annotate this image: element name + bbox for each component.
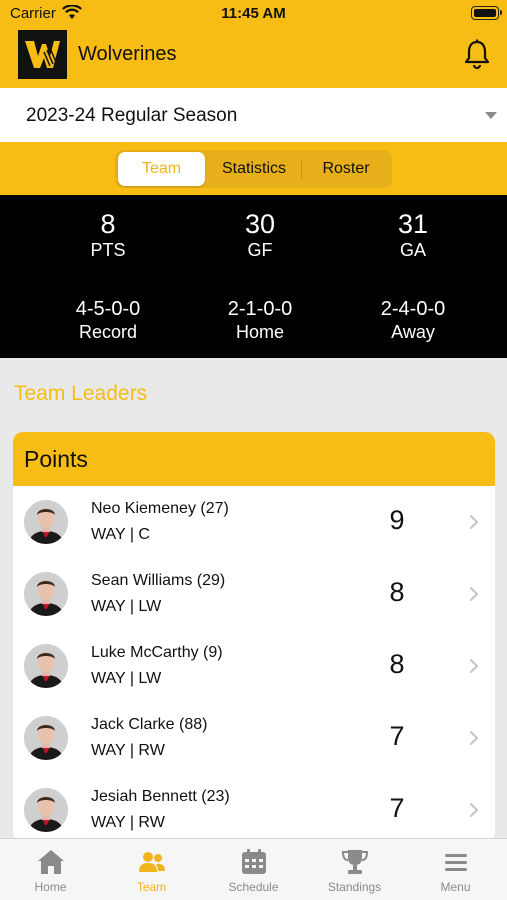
stat-ga: 31 GA	[333, 209, 493, 261]
team-icon	[139, 852, 165, 872]
card-title: Points	[24, 446, 88, 472]
tab-schedule[interactable]: Schedule	[203, 839, 304, 900]
chevron-right-icon	[470, 587, 478, 601]
segmented-control: Team Statistics Roster	[115, 150, 392, 188]
trophy-icon	[341, 850, 369, 874]
tab-bar: Home Team Schedule Standings Menu	[0, 838, 507, 900]
player-avatar	[24, 644, 68, 688]
player-avatar	[24, 716, 68, 760]
tab-label: Home	[34, 880, 67, 894]
stat-gf: 30 GF	[180, 209, 340, 261]
player-name: Jack Clarke (88)	[91, 716, 208, 733]
stat-value: 4-5-0-0	[75, 298, 141, 320]
chevron-right-icon	[470, 515, 478, 529]
player-name: Sean Williams (29)	[91, 572, 226, 589]
segment-team[interactable]: Team	[118, 152, 205, 186]
points-leaders-card: Points Neo Kiemeney (27) WAY | C 9 Sean Wil…	[13, 432, 495, 842]
stat-value: 2-4-0-0	[380, 298, 446, 320]
player-points: 7	[389, 721, 405, 751]
player-name: Luke McCarthy (9)	[91, 644, 223, 661]
status-bar: Carrier 11:45 AM	[0, 0, 507, 26]
stat-label: Record	[78, 322, 138, 342]
stat-pts: 8 PTS	[28, 209, 188, 261]
season-selector[interactable]: 2023-24 Regular Season	[0, 88, 507, 142]
player-row[interactable]: Jesiah Bennett (23) WAY | RW 7	[13, 774, 495, 842]
player-team-position: WAY | LW	[91, 598, 162, 615]
player-avatar	[24, 500, 68, 544]
home-icon	[38, 850, 64, 874]
player-points: 9	[389, 505, 405, 535]
tab-label: Standings	[327, 880, 382, 894]
menu-icon	[445, 854, 467, 871]
tab-label: Schedule	[228, 880, 279, 894]
stat-value: 8	[100, 209, 116, 239]
chevron-right-icon	[470, 803, 478, 817]
stat-label: Home	[235, 322, 284, 342]
segment-statistics[interactable]: Statistics	[208, 150, 300, 188]
stat-label: Away	[391, 322, 435, 342]
season-label: 2023-24 Regular Season	[26, 105, 238, 126]
player-row[interactable]: Luke McCarthy (9) WAY | LW 8	[13, 630, 495, 702]
player-row[interactable]: Jack Clarke (88) WAY | RW 7	[13, 702, 495, 774]
player-name: Jesiah Bennett (23)	[91, 788, 230, 805]
tab-home[interactable]: Home	[0, 839, 101, 900]
stat-away: 2-4-0-0 Away	[333, 297, 493, 343]
dropdown-caret-icon	[485, 112, 497, 119]
stat-label: GA	[399, 240, 426, 260]
stat-value: 2-1-0-0	[227, 298, 293, 320]
player-avatar	[24, 788, 68, 832]
tab-label: Menu	[440, 880, 471, 894]
stat-home: 2-1-0-0 Home	[180, 297, 340, 343]
card-header: Points	[13, 432, 495, 486]
battery-icon	[471, 6, 502, 20]
stat-value: 31	[397, 209, 429, 239]
section-title: Team Leaders	[14, 382, 148, 405]
player-avatar	[24, 572, 68, 616]
clock: 11:45 AM	[221, 5, 286, 22]
stat-record: 4-5-0-0 Record	[28, 297, 188, 343]
player-team-position: WAY | RW	[91, 814, 165, 831]
team-name: Wolverines	[78, 43, 177, 65]
wolverines-logo	[18, 30, 67, 79]
player-points: 8	[389, 649, 405, 679]
player-team-position: WAY | C	[91, 526, 150, 543]
player-points: 8	[389, 577, 405, 607]
calendar-icon	[242, 849, 266, 874]
app-header: Wolverines	[0, 26, 507, 88]
stat-label: GF	[247, 240, 273, 260]
player-points: 7	[389, 793, 405, 823]
tab-team[interactable]: Team	[101, 839, 202, 900]
tab-standings[interactable]: Standings	[304, 839, 405, 900]
segment-roster[interactable]: Roster	[302, 150, 390, 188]
player-team-position: WAY | LW	[91, 670, 162, 687]
stat-label: PTS	[90, 240, 126, 260]
stat-value: 30	[244, 209, 276, 239]
chevron-right-icon	[470, 659, 478, 673]
chevron-right-icon	[470, 731, 478, 745]
player-row[interactable]: Neo Kiemeney (27) WAY | C 9	[13, 486, 495, 558]
tab-menu[interactable]: Menu	[405, 839, 506, 900]
segment-bar: Team Statistics Roster	[0, 142, 507, 195]
team-stats-panel: 8 PTS 30 GF 31 GA 4-5-0-0 Record 2-1-0-0…	[0, 195, 507, 358]
player-team-position: WAY | RW	[91, 742, 165, 759]
player-name: Neo Kiemeney (27)	[91, 500, 229, 517]
player-row[interactable]: Sean Williams (29) WAY | LW 8	[13, 558, 495, 630]
tab-label: Team	[136, 880, 167, 894]
bell-icon[interactable]	[462, 38, 492, 70]
